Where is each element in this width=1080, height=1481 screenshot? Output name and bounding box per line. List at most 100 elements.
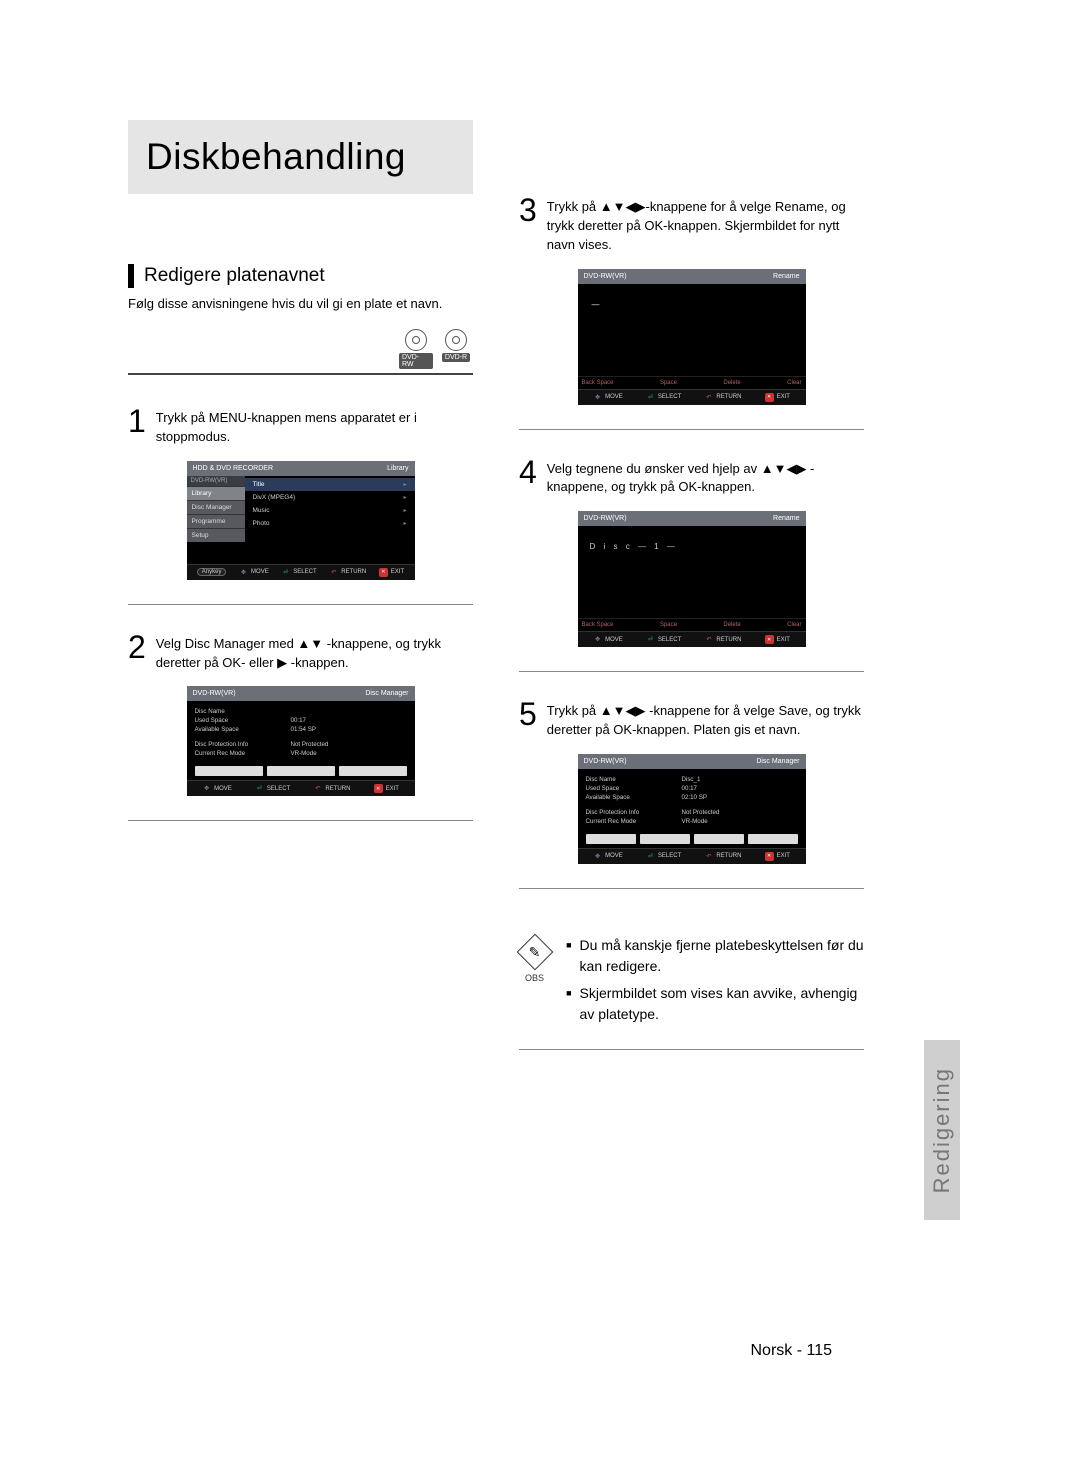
osd-left-item: Setup (187, 528, 245, 542)
foot-exit: EXIT (386, 786, 399, 792)
foot-exit: EXIT (777, 853, 790, 859)
exit-icon: ✕ (765, 393, 774, 402)
section-intro: Følg disse anvisningene hvis du vil gi e… (128, 296, 473, 311)
rename-input: D i s c — 1 — (586, 536, 798, 592)
move-icon: ✥ (593, 393, 602, 402)
section-bar-icon (128, 264, 134, 288)
foot-select: SELECT (658, 853, 681, 859)
dm-value: VR-Mode (291, 750, 317, 757)
foot-move: MOVE (605, 853, 623, 859)
side-tab-label: Redigering (929, 1067, 955, 1193)
move-icon: ✥ (202, 784, 211, 793)
disc-badges: DVD-RW DVD-R (128, 329, 473, 369)
disc-badge-rw: DVD-RW (399, 353, 433, 369)
osd-screenshot-rename-typed: DVD-RW(VR) Rename D i s c — 1 — Back Spa… (578, 511, 806, 647)
rename-fn: Space (660, 622, 677, 628)
foot-move: MOVE (605, 637, 623, 643)
rename-fn: Back Space (582, 380, 614, 386)
rename-fn: Clear (787, 622, 801, 628)
dm-value: VR-Mode (682, 818, 708, 825)
foot-move: MOVE (251, 569, 269, 575)
foot-return: RETURN (716, 853, 741, 859)
osd-softbutton (339, 766, 407, 776)
osd-left-item: Disc Manager (187, 500, 245, 514)
osd-head-right: Rename (773, 515, 799, 522)
foot-select: SELECT (267, 786, 290, 792)
note-text: Du må kanskje fjerne platebeskyttelsen f… (580, 935, 864, 977)
osd-right-item: Photo (253, 520, 270, 527)
osd-softbutton (640, 834, 690, 844)
foot-select: SELECT (658, 637, 681, 643)
dm-label: Disc Name (586, 776, 664, 783)
step-text: Velg tegnene du ønsker ved hjelp av ▲▼◀▶… (547, 456, 864, 498)
note-body: Du må kanskje fjerne platebeskyttelsen f… (566, 935, 864, 1031)
osd-softbutton (694, 834, 744, 844)
note-label: OBS (525, 973, 544, 983)
step-text: Velg Disc Manager med ▲▼ -knappene, og t… (156, 631, 473, 673)
dm-value: Not Protected (291, 741, 329, 748)
osd-right-item: Music (253, 507, 270, 514)
disc-icon (405, 329, 427, 351)
foot-exit: EXIT (391, 569, 404, 575)
page-title: Diskbehandling (128, 120, 473, 194)
return-icon: ↶ (313, 784, 322, 793)
note-text: Skjermbildet som vises kan avvike, avhen… (580, 983, 864, 1025)
step-number: 3 (519, 194, 537, 255)
step-number: 2 (128, 631, 146, 673)
osd-screenshot-rename: DVD-RW(VR) Rename — Back Space Space Del… (578, 269, 806, 405)
step-number: 5 (519, 698, 537, 740)
osd-head-left: HDD & DVD RECORDER (193, 465, 274, 472)
step-number: 4 (519, 456, 537, 498)
exit-icon: ✕ (765, 852, 774, 861)
exit-icon: ✕ (379, 568, 388, 577)
return-icon: ↶ (704, 852, 713, 861)
dm-value: 02:10 SP (682, 794, 707, 801)
osd-left-top: DVD-RW(VR) (187, 476, 245, 486)
foot-move: MOVE (214, 786, 232, 792)
dm-value: Disc_1 (682, 776, 701, 783)
osd-head-right: Disc Manager (756, 758, 799, 765)
dm-value: 00:17 (682, 785, 697, 792)
page-number: Norsk - 115 (750, 1342, 832, 1360)
step-text: Trykk på ▲▼◀▶-knappene for å velge Renam… (547, 194, 864, 255)
move-icon: ✥ (593, 852, 602, 861)
dm-label: Used Space (586, 785, 664, 792)
osd-softbutton (748, 834, 798, 844)
osd-right-item: DivX (MPEG4) (253, 494, 296, 501)
foot-return: RETURN (716, 394, 741, 400)
osd-softbutton (195, 766, 263, 776)
rename-fn: Delete (723, 622, 740, 628)
osd-head-left: DVD-RW(VR) (584, 515, 627, 522)
step-number: 1 (128, 405, 146, 447)
rename-fn: Delete (723, 380, 740, 386)
osd-softbutton (267, 766, 335, 776)
select-icon: ⏎ (255, 784, 264, 793)
chevron-right-icon: ▸ (403, 507, 406, 514)
foot-exit: EXIT (777, 394, 790, 400)
return-icon: ↶ (704, 393, 713, 402)
osd-head-right: Disc Manager (365, 690, 408, 697)
dm-value: 00:17 (291, 717, 306, 724)
return-icon: ↶ (704, 635, 713, 644)
foot-exit: EXIT (777, 637, 790, 643)
move-icon: ✥ (593, 635, 602, 644)
osd-softbutton (586, 834, 636, 844)
osd-head-left: DVD-RW(VR) (584, 273, 627, 280)
osd-left-item: Programme (187, 514, 245, 528)
dm-value: 01:54 SP (291, 726, 316, 733)
select-icon: ⏎ (646, 635, 655, 644)
foot-move: MOVE (605, 394, 623, 400)
dm-label: Available Space (586, 794, 664, 801)
move-icon: ✥ (239, 568, 248, 577)
foot-return: RETURN (341, 569, 366, 575)
exit-icon: ✕ (374, 784, 383, 793)
osd-screenshot-discmanager: DVD-RW(VR) Disc Manager Disc Name Used S… (187, 686, 415, 796)
select-icon: ⏎ (646, 852, 655, 861)
chevron-right-icon: ▸ (403, 481, 406, 488)
side-tab: Redigering (924, 1040, 960, 1220)
osd-head-left: DVD-RW(VR) (584, 758, 627, 765)
foot-select: SELECT (658, 394, 681, 400)
dm-label: Disc Protection Info (195, 741, 273, 748)
foot-return: RETURN (716, 637, 741, 643)
rename-fn: Space (660, 380, 677, 386)
